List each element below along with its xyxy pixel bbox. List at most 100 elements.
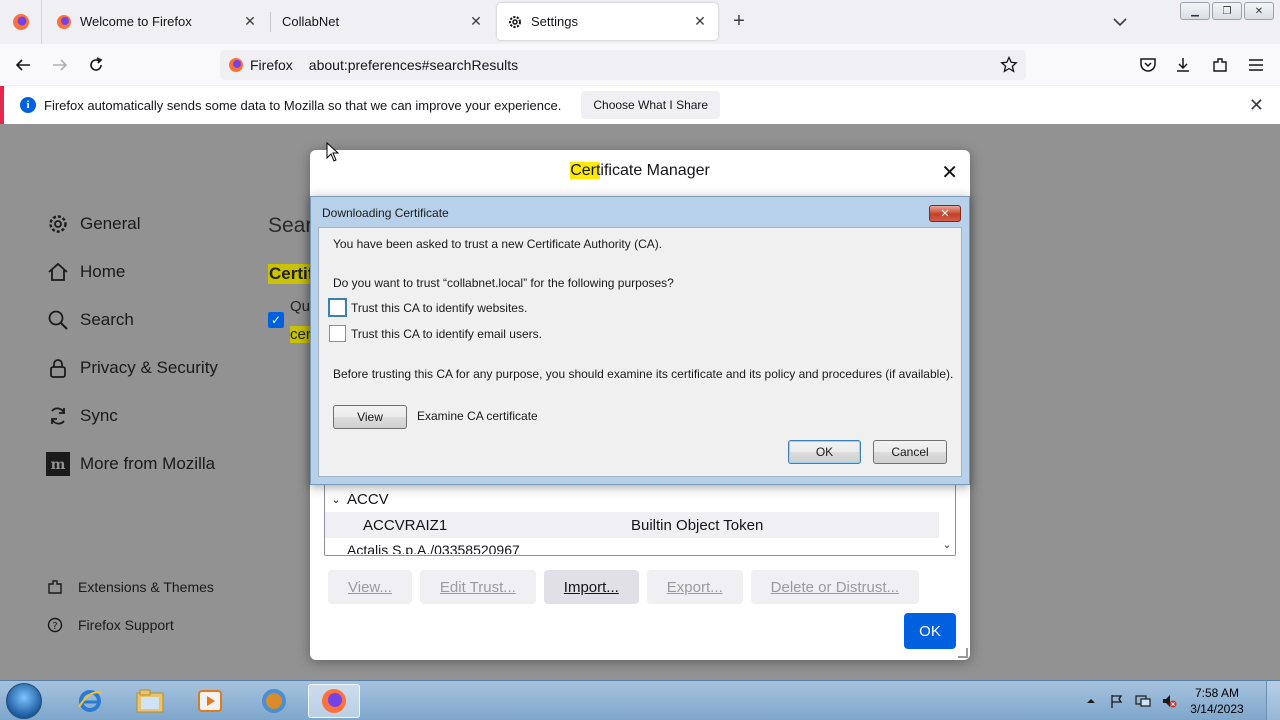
category-label: General — [80, 214, 141, 233]
import-button[interactable]: Import... — [543, 570, 639, 604]
new-tab-plus-icon[interactable]: + — [728, 11, 750, 33]
tree-group-row-partial[interactable]: Actalis S.p.A./03358520967 — [325, 538, 939, 554]
resize-grip-icon[interactable] — [958, 648, 968, 658]
reload-icon[interactable] — [85, 54, 107, 76]
back-arrow-icon[interactable] — [12, 54, 34, 76]
delete-distrust-button[interactable]: Delete or Distrust... — [750, 570, 920, 604]
extensions-icon[interactable] — [1209, 54, 1231, 76]
trust-email-checkbox[interactable] — [329, 325, 346, 342]
tree-cert-row[interactable]: ACCVRAIZ1 Builtin Object Token — [325, 512, 939, 538]
close-icon[interactable]: ✕ — [242, 13, 258, 30]
pocket-icon[interactable] — [1137, 54, 1159, 76]
category-label: Home — [80, 262, 126, 281]
svg-text:m: m — [51, 457, 66, 473]
view-certificate-button[interactable]: View — [333, 405, 407, 429]
identity-label: Firefox — [250, 57, 293, 73]
clock-date: 3/14/2023 — [1190, 702, 1244, 716]
media-player-icon[interactable] — [184, 684, 236, 718]
mozilla-icon: m — [46, 452, 70, 476]
choose-what-i-share-button[interactable]: Choose What I Share — [581, 91, 721, 119]
edit-trust-button[interactable]: Edit Trust... — [419, 570, 536, 604]
cancel-button[interactable]: Cancel — [873, 440, 947, 464]
show-desktop-button[interactable] — [1266, 681, 1280, 720]
footer-label: Extensions & Themes — [78, 579, 214, 595]
certificates-heading: Certif — [268, 264, 315, 284]
certificate-actions: View... Edit Trust... Import... Export..… — [328, 570, 920, 604]
close-icon[interactable]: ✕ — [692, 13, 708, 30]
cert-name: ACCVRAIZ1 — [363, 516, 448, 534]
internet-explorer-icon[interactable] — [64, 684, 116, 718]
ok-button[interactable]: OK — [904, 613, 956, 649]
trust-websites-checkbox[interactable] — [328, 298, 347, 317]
close-icon[interactable]: ✕ — [941, 160, 958, 185]
tab-bar: Welcome to Firefox ✕ CollabNet ✕ Setting… — [0, 0, 1280, 44]
firefox-support-link[interactable]: ? Firefox Support — [46, 616, 174, 634]
network-icon[interactable] — [1135, 693, 1151, 709]
chevron-down-icon[interactable]: ⌄ — [325, 493, 347, 506]
tab-collabnet[interactable]: CollabNet ✕ — [272, 3, 494, 40]
search-results-heading: Sear — [268, 214, 313, 237]
group-name: Actalis S.p.A./03358520967 — [347, 542, 520, 554]
start-button[interactable] — [6, 683, 42, 719]
category-search[interactable]: Search — [46, 308, 134, 332]
window-controls: ▁ ❐ ✕ — [1180, 2, 1274, 20]
show-hidden-icons-icon[interactable] — [1083, 693, 1099, 709]
category-general[interactable]: General — [46, 212, 140, 236]
firefox-icon — [229, 58, 243, 72]
firefox-icon — [12, 14, 29, 30]
info-icon: i — [20, 97, 36, 113]
svg-text:?: ? — [52, 621, 57, 632]
tree-group-row[interactable]: ⌄ ACCV — [325, 486, 939, 512]
group-name: ACCV — [347, 490, 389, 508]
navigation-toolbar: Firefox about:preferences#searchResults — [0, 44, 1280, 85]
volume-muted-icon[interactable] — [1161, 693, 1177, 709]
minimize-icon[interactable]: ▁ — [1180, 2, 1210, 20]
bookmark-star-icon[interactable] — [1000, 55, 1018, 74]
close-icon[interactable]: ✕ — [1249, 95, 1264, 116]
trust-email-label[interactable]: Trust this CA to identify email users. — [351, 327, 542, 341]
hamburger-menu-icon[interactable] — [1245, 54, 1267, 76]
ok-button[interactable]: OK — [788, 440, 861, 464]
security-device: Builtin Object Token — [631, 516, 764, 534]
system-clock[interactable]: 7:58 AM 3/14/2023 — [1182, 685, 1252, 717]
url-bar[interactable]: Firefox about:preferences#searchResults — [220, 50, 1026, 80]
tab-title: Welcome to Firefox — [80, 14, 192, 29]
sync-icon — [46, 404, 70, 428]
app-globe-icon[interactable] — [248, 684, 300, 718]
category-home[interactable]: Home — [46, 260, 125, 284]
tab-welcome[interactable]: Welcome to Firefox ✕ — [46, 3, 268, 40]
file-explorer-icon[interactable] — [124, 684, 176, 718]
examine-ca-label: Examine CA certificate — [417, 409, 538, 423]
close-icon[interactable]: ✕ — [929, 205, 961, 222]
close-icon[interactable]: ✕ — [468, 13, 484, 30]
close-window-icon[interactable]: ✕ — [1244, 2, 1274, 20]
query-ocsp-checkbox[interactable]: ✓ — [268, 312, 284, 328]
forward-arrow-icon[interactable] — [49, 54, 71, 76]
lock-icon — [46, 356, 70, 380]
chevron-down-icon[interactable] — [1110, 12, 1130, 32]
category-privacy-security[interactable]: Privacy & Security — [46, 356, 218, 380]
category-more-from-mozilla[interactable]: m More from Mozilla — [46, 452, 215, 476]
tree-scrollbar[interactable]: ⌄ — [939, 484, 955, 555]
restore-icon[interactable]: ❐ — [1212, 2, 1242, 20]
firefox-view-button[interactable] — [0, 0, 42, 44]
firefox-taskbar-icon[interactable] — [308, 684, 360, 718]
extensions-themes-link[interactable]: Extensions & Themes — [46, 578, 214, 596]
action-center-flag-icon[interactable] — [1109, 693, 1125, 709]
export-button[interactable]: Export... — [646, 570, 743, 604]
gear-icon — [46, 212, 70, 236]
home-icon — [46, 260, 70, 284]
view-button[interactable]: View... — [328, 570, 412, 604]
category-label: Search — [80, 310, 134, 329]
identity-box[interactable]: Firefox — [220, 54, 301, 76]
query-ocsp-label: Qu — [290, 298, 311, 315]
trust-websites-label[interactable]: Trust this CA to identify websites. — [351, 301, 527, 315]
tab-settings[interactable]: Settings ✕ — [497, 3, 718, 40]
data-reporting-notification: i Firefox automatically sends some data … — [0, 86, 1280, 124]
downloads-icon[interactable] — [1172, 54, 1194, 76]
url-text[interactable]: about:preferences#searchResults — [301, 57, 518, 73]
category-sync[interactable]: Sync — [46, 404, 118, 428]
certificate-tree[interactable]: ⌄ ACCV ACCVRAIZ1 Builtin Object Token Ac… — [324, 483, 956, 556]
chevron-down-icon[interactable]: ⌄ — [942, 538, 951, 551]
title-rest: ificate Manager — [600, 162, 710, 179]
